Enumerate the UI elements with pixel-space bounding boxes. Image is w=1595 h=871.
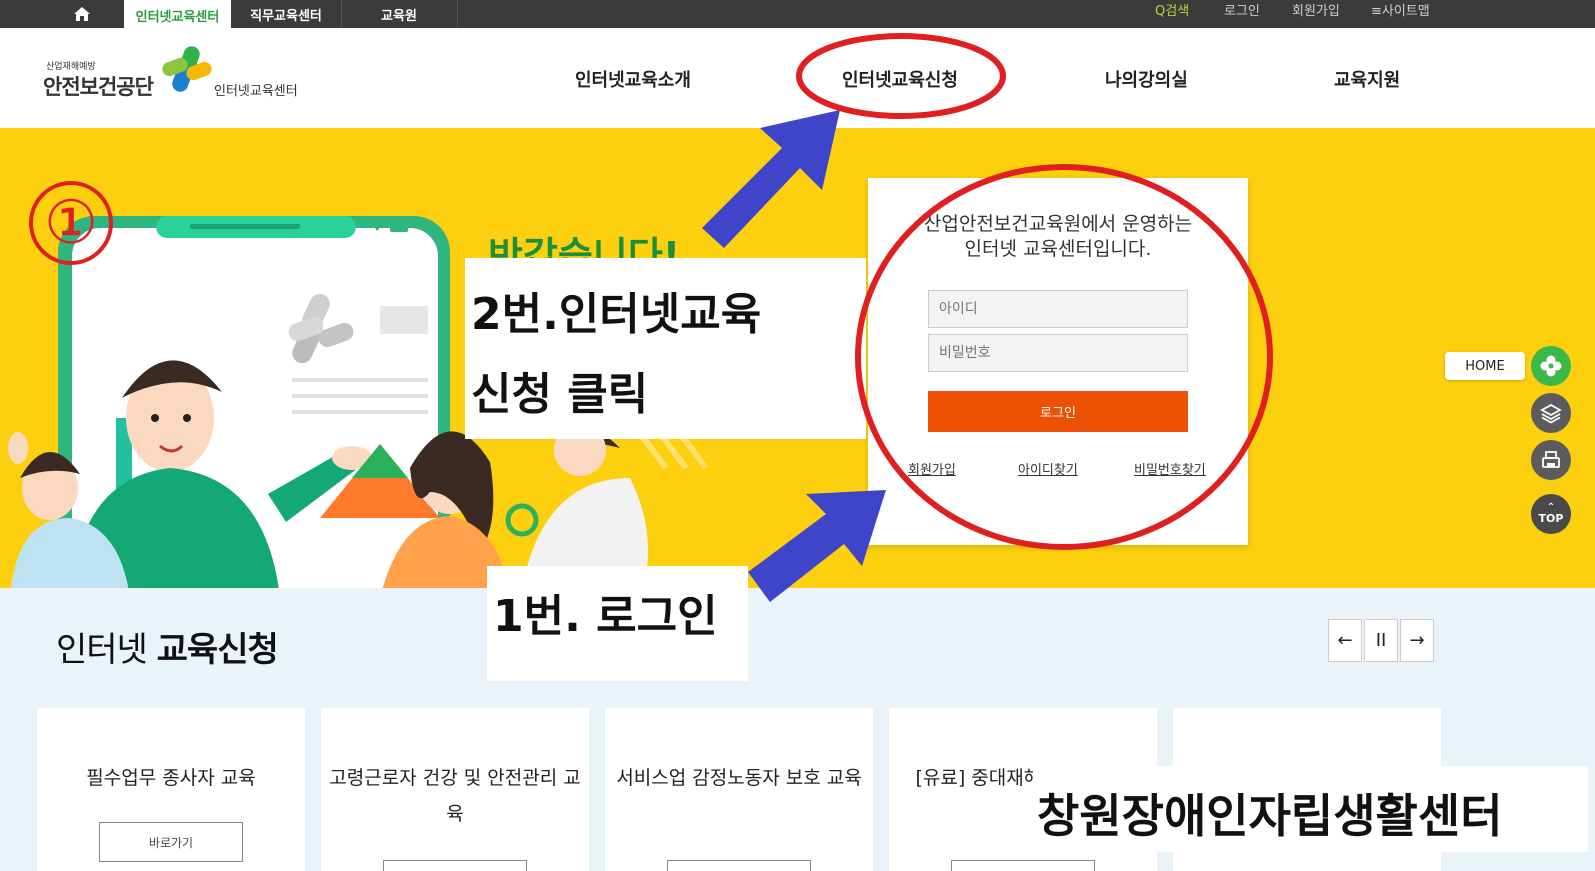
course-card-title: 고령근로자 건강 및 안전관리 교육: [329, 767, 581, 825]
section-title-bold: 교육신청: [156, 630, 279, 670]
course-go-button[interactable]: [951, 860, 1095, 871]
step2-annotation-box: 2번.인터넷교육 신청 클릭: [465, 258, 866, 439]
gnb-my-classroom[interactable]: 나의강의실: [1105, 66, 1188, 92]
clover-icon: [1540, 355, 1562, 377]
login-intro-line-2: 인터넷 교육센터입니다.: [964, 238, 1152, 260]
login-button[interactable]: 로그인: [928, 391, 1188, 432]
kosha-cross-logo-icon: [162, 46, 212, 92]
login-intro-text: 산업안전보건교육원에서 운영하는 인터넷 교육센터입니다.: [868, 212, 1248, 262]
layers-icon: [1540, 403, 1562, 424]
step1-annotation-text: 1번. 로그인: [493, 591, 718, 642]
top-label: TOP: [1538, 512, 1564, 525]
sitemap-link[interactable]: ≡사이트맵: [1371, 0, 1430, 19]
carousel-prev-button[interactable]: ←: [1328, 619, 1362, 662]
course-card[interactable]: 서비스업 감정노동자 보호 교육: [605, 708, 873, 871]
watermark-text: 창원장애인자립생활센터: [1037, 789, 1503, 843]
scroll-top-button[interactable]: ⌃ TOP: [1531, 494, 1571, 534]
course-card[interactable]: 필수업무 종사자 교육 바로가기: [37, 708, 305, 871]
carousel-pause-button[interactable]: II: [1364, 619, 1398, 662]
find-id-link[interactable]: 아이디찾기: [1018, 459, 1078, 478]
quick-home-label[interactable]: HOME: [1445, 352, 1525, 380]
signup-link[interactable]: 회원가입: [1292, 0, 1340, 19]
signup-link[interactable]: 회원가입: [908, 459, 956, 478]
search-link[interactable]: Q검색: [1155, 0, 1189, 19]
divider: [457, 0, 458, 28]
login-password-input[interactable]: [928, 334, 1188, 372]
login-id-input[interactable]: [928, 290, 1188, 328]
chevron-up-icon: ⌃: [1546, 502, 1556, 513]
login-intro-line-1: 산업안전보건교육원에서 운영하는: [923, 213, 1193, 235]
login-link[interactable]: 로그인: [1224, 0, 1260, 19]
course-go-button[interactable]: [667, 860, 811, 871]
course-card[interactable]: 고령근로자 건강 및 안전관리 교육: [321, 708, 589, 871]
course-go-button[interactable]: [383, 860, 527, 871]
login-panel: 산업안전보건교육원에서 운영하는 인터넷 교육센터입니다. 로그인 회원가입 아…: [868, 178, 1248, 545]
logo-center-name: 인터넷교육센터: [214, 84, 298, 99]
pause-icon: II: [1375, 630, 1387, 651]
section-title: 인터넷 교육신청: [56, 622, 279, 671]
section-title-light: 인터넷: [56, 630, 157, 670]
step-number-badge: ①: [29, 181, 113, 265]
home-icon: [74, 7, 90, 21]
carousel-next-button[interactable]: →: [1400, 619, 1434, 662]
top-utility-bar: 인터넷교육센터 직무교육센터 교육원 Q검색 로그인 회원가입 ≡사이트맵: [0, 0, 1595, 30]
course-go-button[interactable]: 바로가기: [99, 822, 243, 862]
site-header: 산업재해예방 안전보건공단 인터넷교육센터 인터넷교육소개 인터넷교육신청 나의…: [0, 28, 1595, 128]
gnb-internet-edu-intro[interactable]: 인터넷교육소개: [575, 66, 691, 92]
course-card-title: 서비스업 감정노동자 보호 교육: [616, 767, 862, 789]
tab-education-institute[interactable]: 교육원: [341, 0, 457, 28]
watermark-box: 창원장애인자립생활센터: [1033, 766, 1588, 852]
step1-annotation-box: 1번. 로그인: [487, 566, 748, 681]
tab-job-edu-center[interactable]: 직무교육센터: [231, 0, 341, 28]
course-card-title: 필수업무 종사자 교육: [86, 767, 256, 789]
find-password-link[interactable]: 비밀번호찾기: [1134, 459, 1206, 478]
gnb-internet-edu-apply[interactable]: 인터넷교육신청: [842, 66, 958, 92]
home-tab[interactable]: [40, 0, 124, 28]
step2-annotation-line-2: 신청 클릭: [471, 369, 649, 420]
quick-home-button[interactable]: [1531, 346, 1571, 386]
quick-layers-button[interactable]: [1531, 393, 1571, 433]
logo-name: 안전보건공단: [43, 75, 154, 99]
gnb-edu-support[interactable]: 교육지원: [1334, 66, 1400, 92]
printer-icon: [1542, 451, 1560, 468]
arrow-right-icon: →: [1409, 630, 1425, 651]
tab-internet-edu-center[interactable]: 인터넷교육센터: [124, 0, 231, 30]
arrow-left-icon: ←: [1337, 630, 1353, 651]
quick-print-button[interactable]: [1531, 440, 1571, 480]
step2-annotation-line-1: 2번.인터넷교육: [471, 289, 762, 340]
